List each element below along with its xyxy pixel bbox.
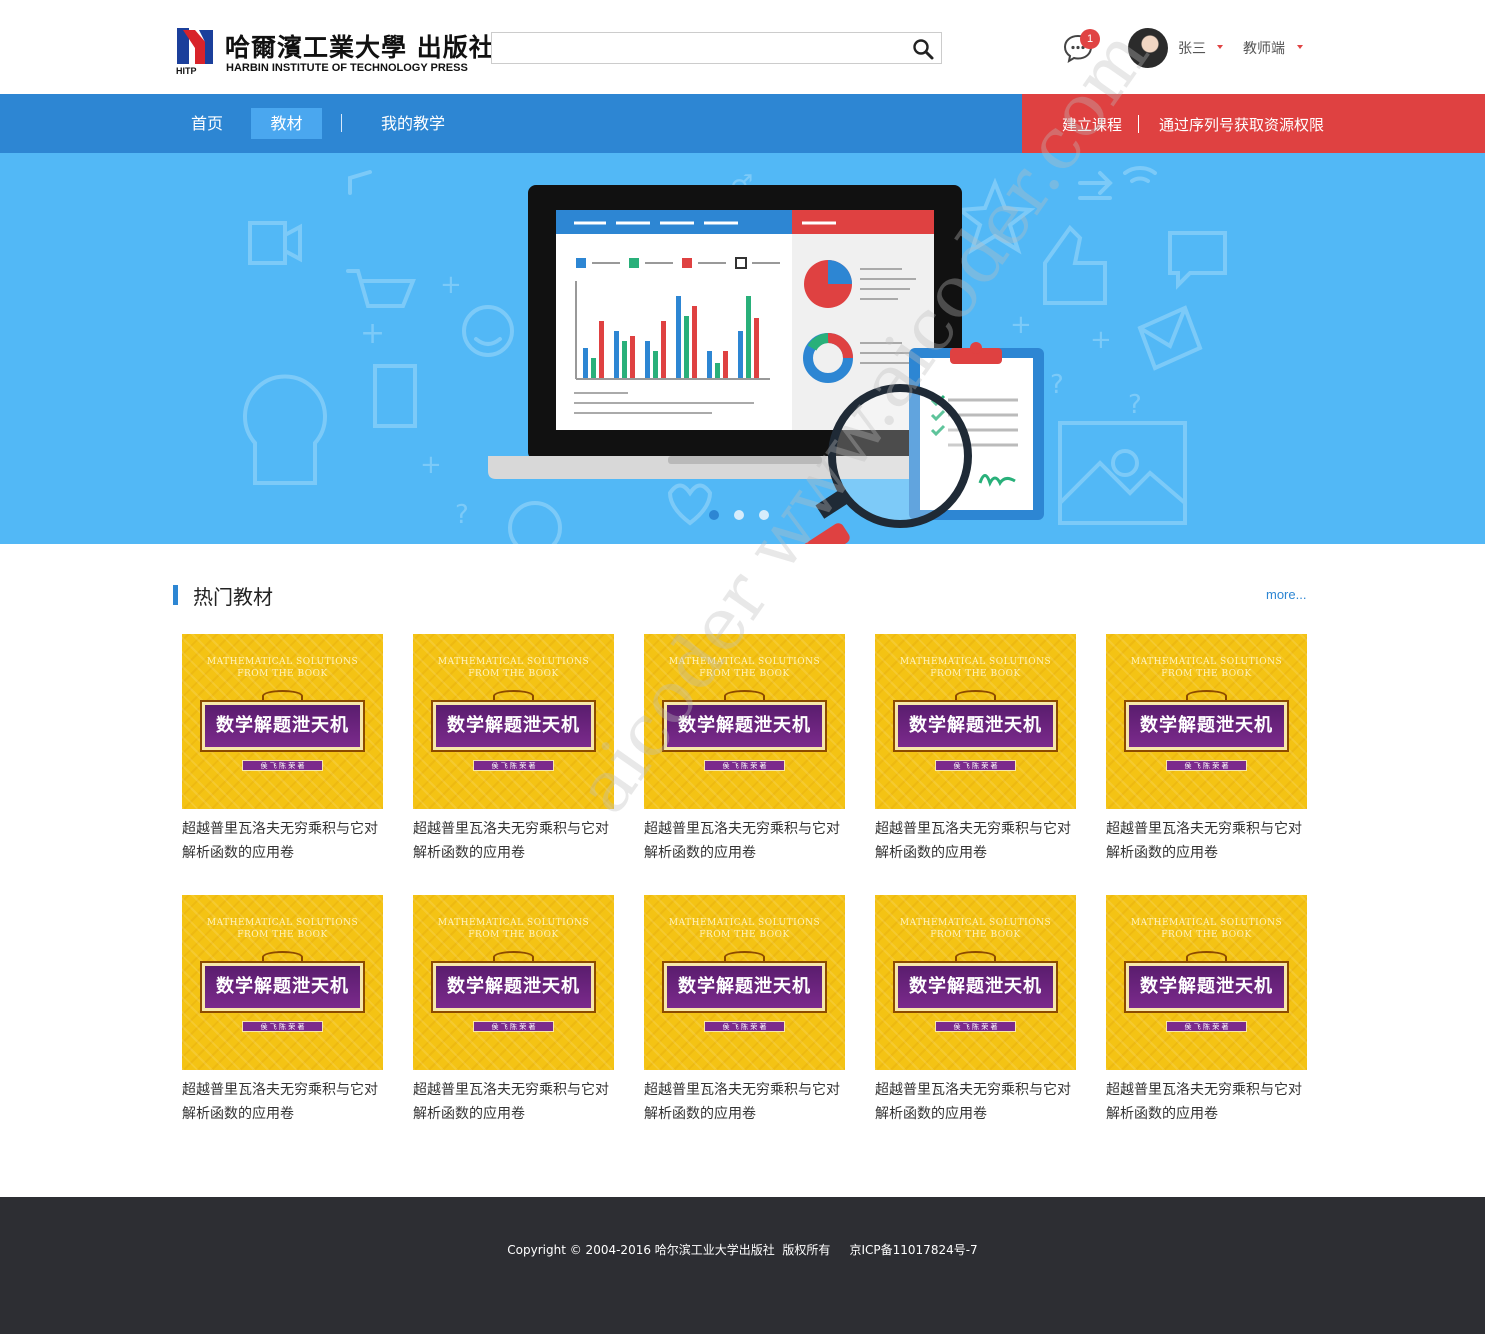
book-title[interactable]: 超越普里瓦洛夫无穷乘积与它对解析函数的应用卷	[644, 1078, 845, 1126]
svg-text:?: ?	[455, 500, 469, 530]
book-title[interactable]: 超越普里瓦洛夫无穷乘积与它对解析函数的应用卷	[644, 817, 845, 865]
header: HITP 哈爾濱工業大學 出版社 HARBIN INSTITUTE OF TEC…	[0, 0, 1485, 94]
page: HITP 哈爾濱工業大學 出版社 HARBIN INSTITUTE OF TEC…	[0, 0, 1485, 1334]
book-title[interactable]: 超越普里瓦洛夫无穷乘积与它对解析函数的应用卷	[182, 817, 383, 865]
logo-chinese-name: 哈爾濱工業大學 出版社	[225, 33, 495, 62]
book-card[interactable]: MATHEMATICAL SOLUTIONS FROM THE BOOK 数学解题…	[413, 634, 614, 864]
book-title[interactable]: 超越普里瓦洛夫无穷乘积与它对解析函数的应用卷	[1106, 817, 1307, 865]
logo[interactable]: HITP 哈爾濱工業大學 出版社 HARBIN INSTITUTE OF TEC…	[175, 26, 494, 78]
book-grid: MATHEMATICAL SOLUTIONS FROM THE BOOK 数学解题…	[182, 634, 1312, 1134]
book-title[interactable]: 超越普里瓦洛夫无穷乘积与它对解析函数的应用卷	[182, 1078, 383, 1126]
book-cover[interactable]: MATHEMATICAL SOLUTIONS FROM THE BOOK 数学解题…	[413, 895, 614, 1070]
section-marker	[173, 585, 178, 605]
nav-divider	[1138, 115, 1139, 133]
svg-text:+: +	[1090, 325, 1112, 355]
footer: Copyright © 2004-2016 哈尔滨工业大学出版社 版权所有 京I…	[0, 1197, 1485, 1334]
svg-text:+: +	[1010, 310, 1032, 340]
hero-banner[interactable]: + + + + ? ? ? + ♂	[0, 153, 1485, 544]
search-input[interactable]	[492, 33, 892, 63]
search-box	[491, 32, 942, 64]
nav-item-home[interactable]: 首页	[173, 108, 241, 139]
book-title[interactable]: 超越普里瓦洛夫无穷乘积与它对解析函数的应用卷	[413, 1078, 614, 1126]
nav-divider	[341, 114, 342, 132]
book-cover[interactable]: MATHEMATICAL SOLUTIONS FROM THE BOOK 数学解题…	[875, 634, 1076, 809]
book-card[interactable]: MATHEMATICAL SOLUTIONS FROM THE BOOK 数学解题…	[1106, 895, 1307, 1125]
logo-english-name: HARBIN INSTITUTE OF TECHNOLOGY PRESS	[226, 62, 468, 74]
nav-item-textbooks[interactable]: 教材	[251, 108, 322, 139]
username[interactable]: 张三	[1178, 38, 1206, 58]
book-cover[interactable]: MATHEMATICAL SOLUTIONS FROM THE BOOK 数学解题…	[413, 634, 614, 809]
book-card[interactable]: MATHEMATICAL SOLUTIONS FROM THE BOOK 数学解题…	[644, 634, 845, 864]
book-title[interactable]: 超越普里瓦洛夫无穷乘积与它对解析函数的应用卷	[875, 1078, 1076, 1126]
search-icon[interactable]	[911, 37, 935, 61]
serial-access-link[interactable]: 通过序列号获取资源权限	[1159, 114, 1324, 135]
main-nav: 首页 教材 我的教学 建立课程 通过序列号获取资源权限	[0, 94, 1485, 153]
message-count-badge: 1	[1080, 29, 1100, 49]
book-card[interactable]: MATHEMATICAL SOLUTIONS FROM THE BOOK 数学解题…	[1106, 634, 1307, 864]
nav-actions: 建立课程 通过序列号获取资源权限	[1022, 94, 1485, 153]
carousel-dot-3[interactable]	[759, 510, 769, 520]
book-card[interactable]: MATHEMATICAL SOLUTIONS FROM THE BOOK 数学解题…	[644, 895, 845, 1125]
svg-text:?: ?	[1128, 390, 1142, 420]
more-link[interactable]: more...	[1266, 587, 1306, 602]
book-cover[interactable]: MATHEMATICAL SOLUTIONS FROM THE BOOK 数学解题…	[182, 895, 383, 1070]
book-card[interactable]: MATHEMATICAL SOLUTIONS FROM THE BOOK 数学解题…	[875, 895, 1076, 1125]
book-title[interactable]: 超越普里瓦洛夫无穷乘积与它对解析函数的应用卷	[413, 817, 614, 865]
book-card[interactable]: MATHEMATICAL SOLUTIONS FROM THE BOOK 数学解题…	[875, 634, 1076, 864]
carousel-dot-2[interactable]	[734, 510, 744, 520]
book-cover[interactable]: MATHEMATICAL SOLUTIONS FROM THE BOOK 数学解题…	[875, 895, 1076, 1070]
caret-down-icon[interactable]	[1217, 45, 1223, 49]
book-cover[interactable]: MATHEMATICAL SOLUTIONS FROM THE BOOK 数学解题…	[644, 895, 845, 1070]
caret-down-icon[interactable]	[1297, 45, 1303, 49]
book-card[interactable]: MATHEMATICAL SOLUTIONS FROM THE BOOK 数学解题…	[182, 634, 383, 864]
svg-text:?: ?	[1050, 370, 1064, 400]
avatar[interactable]	[1128, 28, 1168, 68]
book-card[interactable]: MATHEMATICAL SOLUTIONS FROM THE BOOK 数学解题…	[413, 895, 614, 1125]
role-switch[interactable]: 教师端	[1243, 38, 1285, 58]
book-cover[interactable]: MATHEMATICAL SOLUTIONS FROM THE BOOK 数学解题…	[1106, 895, 1307, 1070]
book-card[interactable]: MATHEMATICAL SOLUTIONS FROM THE BOOK 数学解题…	[182, 895, 383, 1125]
carousel-dot-1[interactable]	[709, 510, 719, 520]
book-title[interactable]: 超越普里瓦洛夫无穷乘积与它对解析函数的应用卷	[875, 817, 1076, 865]
nav-item-my-teaching[interactable]: 我的教学	[368, 108, 458, 139]
section-title: 热门教材	[193, 585, 273, 609]
hitp-logo-icon: HITP	[176, 28, 213, 76]
svg-text:+: +	[420, 450, 442, 480]
book-title[interactable]: 超越普里瓦洛夫无穷乘积与它对解析函数的应用卷	[1106, 1078, 1307, 1126]
banner-illustration: + + + + ? ? ? + ♂	[243, 166, 1227, 544]
book-cover[interactable]: MATHEMATICAL SOLUTIONS FROM THE BOOK 数学解题…	[644, 634, 845, 809]
book-cover[interactable]: MATHEMATICAL SOLUTIONS FROM THE BOOK 数学解题…	[1106, 634, 1307, 809]
create-course-link[interactable]: 建立课程	[1062, 114, 1122, 135]
svg-text:+: +	[440, 270, 462, 300]
copyright-text: Copyright © 2004-2016 哈尔滨工业大学出版社 版权所有 京I…	[507, 1243, 978, 1257]
svg-text:HITP: HITP	[176, 66, 197, 76]
book-cover[interactable]: MATHEMATICAL SOLUTIONS FROM THE BOOK 数学解题…	[182, 634, 383, 809]
svg-text:+: +	[360, 316, 385, 351]
